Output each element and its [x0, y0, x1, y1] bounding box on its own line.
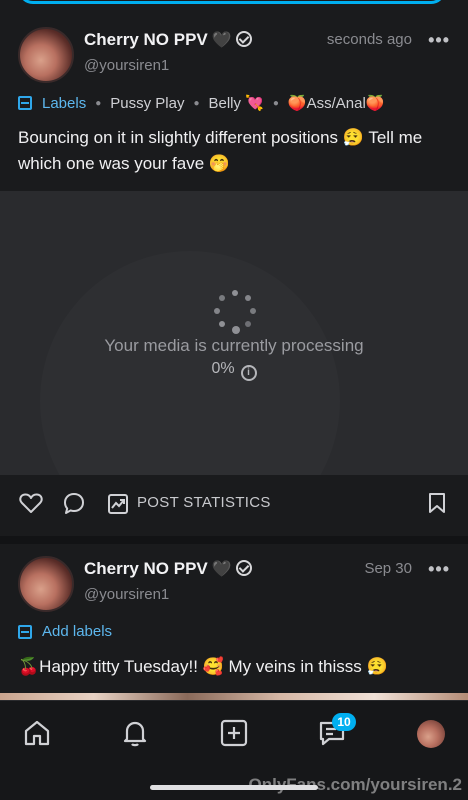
bell-icon[interactable]	[119, 717, 151, 749]
post-header: Cherry NO PPV 🖤 @yoursiren1 Sep 30 •••	[0, 554, 468, 614]
like-heart-icon[interactable]	[19, 492, 43, 514]
post-time: Sep 30	[364, 560, 412, 577]
post-actions: POST STATISTICS	[0, 486, 468, 522]
verified-icon	[235, 31, 252, 47]
comment-icon[interactable]	[63, 492, 85, 516]
author-handle[interactable]: @yoursiren1	[84, 57, 169, 74]
post-text: 🍒Happy titty Tuesday!! 🥰 My veins in thi…	[18, 657, 388, 676]
labels-row: Labels ● Pussy Play ● Belly 💘 ● 🍑Ass/Ana…	[18, 94, 384, 112]
separator-dot: ●	[193, 97, 200, 109]
bookmark-icon[interactable]	[428, 492, 446, 514]
heart-emoji: 🖤	[211, 32, 232, 49]
avatar[interactable]	[18, 27, 74, 83]
post-text: Bouncing on it in slightly different pos…	[18, 128, 423, 173]
author-name[interactable]: Cherry NO PPV 🖤	[84, 30, 252, 50]
add-post-icon[interactable]	[218, 717, 250, 749]
media-status-text: Your media is currently processing	[104, 336, 364, 355]
home-icon[interactable]	[21, 717, 53, 749]
label-pill[interactable]: 🍑Ass/Anal🍑	[288, 94, 385, 112]
media-progress: 0% i	[0, 360, 468, 381]
heart-emoji: 🖤	[211, 561, 232, 578]
profile-avatar[interactable]	[417, 720, 445, 748]
loading-spinner-icon	[213, 290, 257, 334]
info-icon[interactable]: i	[240, 365, 257, 381]
post-time: seconds ago	[326, 31, 412, 48]
avatar[interactable]	[18, 556, 74, 612]
add-labels-row[interactable]: Add labels	[18, 623, 112, 640]
author-name[interactable]: Cherry NO PPV 🖤	[84, 559, 252, 579]
verified-icon	[235, 560, 252, 576]
messages-badge: 10	[332, 713, 356, 731]
label-pill[interactable]: Belly 💘	[209, 94, 264, 112]
author-name-text[interactable]: Cherry NO PPV	[84, 30, 208, 49]
post-statistics-button[interactable]: POST STATISTICS	[137, 494, 271, 511]
label-icon	[18, 624, 32, 639]
separator-dot: ●	[272, 97, 279, 109]
author-handle[interactable]: @yoursiren1	[84, 586, 169, 603]
post-divider	[0, 536, 468, 544]
media-progress-value: 0%	[211, 360, 235, 377]
labels-title[interactable]: Labels	[42, 95, 86, 112]
more-options-icon[interactable]: •••	[428, 559, 450, 580]
label-pill[interactable]: Pussy Play	[110, 95, 184, 112]
add-labels-link[interactable]: Add labels	[42, 623, 112, 640]
author-name-text[interactable]: Cherry NO PPV	[84, 559, 208, 578]
separator-dot: ●	[95, 97, 102, 109]
post-header: Cherry NO PPV 🖤 @yoursiren1 seconds ago •…	[0, 24, 468, 84]
label-icon	[18, 96, 32, 110]
home-indicator[interactable]	[150, 785, 318, 790]
more-options-icon[interactable]: •••	[428, 30, 450, 51]
new-posts-button[interactable]	[18, 0, 446, 4]
statistics-icon[interactable]	[107, 493, 129, 515]
